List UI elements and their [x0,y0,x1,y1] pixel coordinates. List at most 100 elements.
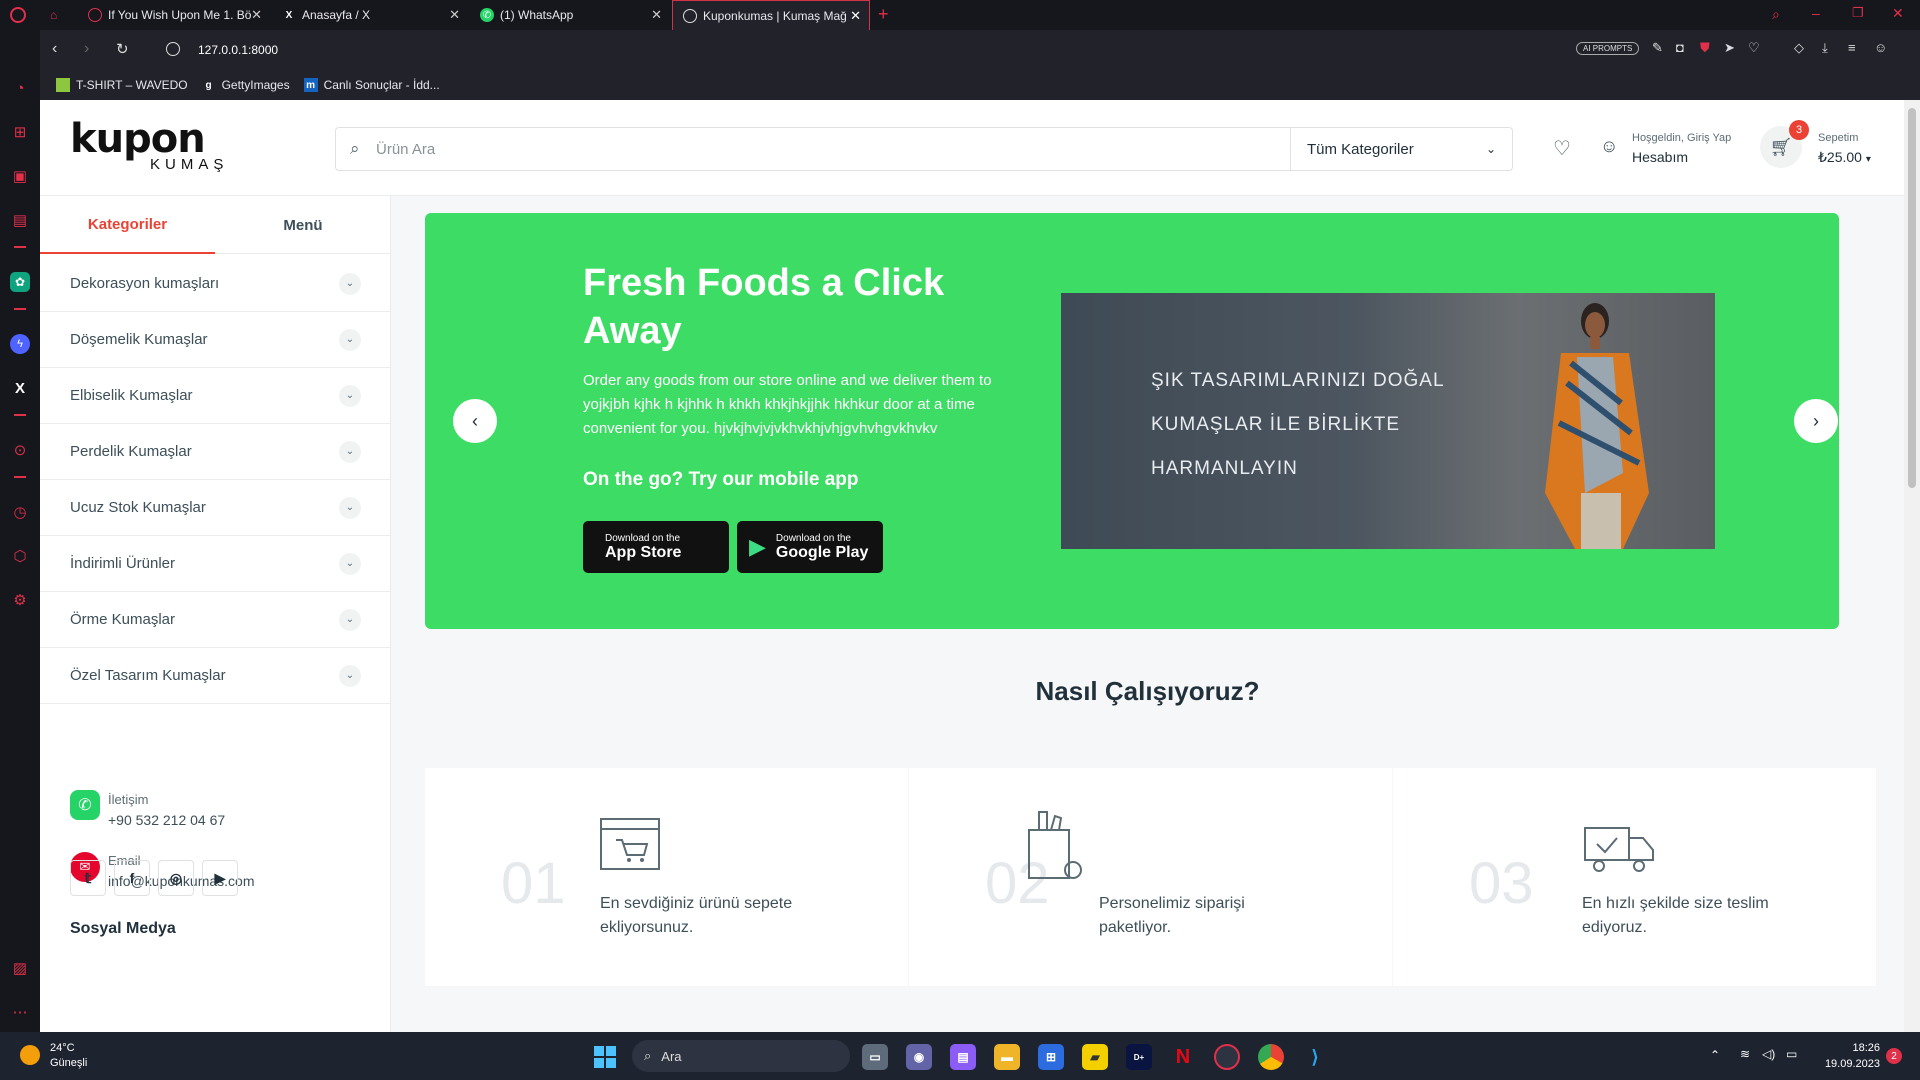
youtube-icon[interactable]: ▶ [202,860,238,896]
weather-temp[interactable]: 24°C [50,1042,75,1054]
file-explorer-icon[interactable]: ▬ [994,1044,1020,1070]
chrome-icon[interactable] [1258,1044,1284,1070]
chevron-down-icon[interactable]: ⌄ [339,328,361,351]
tab-categories[interactable]: Kategoriler [40,196,215,254]
cube-icon[interactable]: ◇ [1794,40,1804,56]
tab-menu[interactable]: Menü [215,196,391,254]
slider-prev-arrow-icon[interactable]: ‹ [453,399,497,443]
category-select[interactable]: Tüm Kategoriler ⌄ [1290,128,1512,170]
account-link[interactable]: Hesabım [1632,149,1688,165]
chevron-down-icon[interactable]: ⌄ [339,384,361,407]
close-icon[interactable]: ✕ [651,7,662,23]
windows-start-icon[interactable] [592,1044,618,1070]
notification-badge[interactable]: 2 [1886,1048,1902,1064]
twitch-icon[interactable]: ▣ [10,166,30,186]
clock-time[interactable]: 18:26 [1822,1042,1880,1054]
heart-icon[interactable]: ♡ [1748,40,1760,56]
category-item[interactable]: Perdelik Kumaşlar ⌄ [40,424,391,480]
extensions-icon[interactable]: ⬡ [10,546,30,566]
forward-icon[interactable]: › [84,40,89,58]
contact-phone[interactable]: +90 532 212 04 67 [108,812,225,828]
twitter-icon[interactable]: 𝕥 [70,860,106,896]
player-icon[interactable]: ⊙ [10,440,30,460]
slider-next-arrow-icon[interactable]: › [1794,399,1838,443]
wifi-icon[interactable]: ≋ [1740,1047,1750,1061]
tray-chevron-up-icon[interactable]: ⌃ [1710,1048,1720,1062]
clipchamp-icon[interactable]: ▤ [950,1044,976,1070]
back-icon[interactable]: ‹ [52,40,57,58]
facebook-icon[interactable]: f [114,860,150,896]
news-icon[interactable]: ▤ [10,210,30,230]
x-icon[interactable]: X [10,378,30,398]
chevron-down-icon[interactable]: ⌄ [339,272,361,295]
minimize-icon[interactable]: – [1812,5,1820,21]
send-icon[interactable]: ➤ [1724,40,1735,56]
category-item[interactable]: Dekorasyon kumaşları ⌄ [40,256,391,312]
tab-search-icon[interactable]: ⌕ [1772,6,1780,23]
tab-3[interactable]: ✆ (1) WhatsApp ✕ [470,0,670,30]
menu-icon[interactable]: ≡ [1848,40,1856,55]
category-item[interactable]: Ucuz Stok Kumaşlar ⌄ [40,480,391,536]
bookmark-item[interactable]: T-SHIRT – WAVEDO [56,78,188,92]
download-icon[interactable]: ⤓ [1822,40,1828,56]
task-view-icon[interactable]: ▭ [862,1044,888,1070]
category-item[interactable]: Elbiselik Kumaşlar ⌄ [40,368,391,424]
opera-taskbar-icon[interactable] [1214,1044,1240,1070]
more-icon[interactable]: ⋯ [10,1002,30,1022]
url-field[interactable]: 127.0.0.1:8000 [198,43,278,57]
new-tab-button[interactable]: + [878,4,889,25]
weather-sun-icon[interactable] [20,1045,40,1065]
user-icon[interactable]: ☺ [1600,136,1618,157]
tab-2[interactable]: X Anasayfa / X ✕ [272,0,468,30]
vscode-icon[interactable]: ⟩ [1302,1044,1328,1070]
netflix-icon[interactable]: N [1170,1044,1196,1070]
window-close-icon[interactable]: ✕ [1892,5,1904,22]
clock-date[interactable]: 19.09.2023 [1812,1058,1880,1070]
category-item[interactable]: Özel Tasarım Kumaşlar ⌄ [40,648,391,704]
sticky-notes-icon[interactable]: ▰ [1082,1044,1108,1070]
speed-dial-icon[interactable]: ◔ [10,78,30,98]
chevron-down-icon[interactable]: ⌄ [339,664,361,687]
taskbar-search[interactable]: ⌕ Ara [632,1040,850,1072]
tab-4-active[interactable]: Kuponkumas | Kumaş Mağ ✕ [672,0,870,30]
chevron-down-icon[interactable]: ⌄ [339,440,361,463]
image-icon[interactable]: ▨ [10,958,30,978]
scrollbar-thumb[interactable] [1908,108,1916,488]
chatgpt-icon[interactable]: ✿ [10,272,30,292]
camera-icon[interactable]: ◘ [1676,40,1684,55]
ai-prompts-button[interactable]: AI PROMPTS [1576,42,1640,55]
chevron-down-icon[interactable]: ⌄ [339,608,361,631]
close-icon[interactable]: ✕ [449,7,460,23]
shopping-bag-icon[interactable]: ⊞ [10,122,30,142]
cart-total[interactable]: ₺25.00 ▾ [1818,149,1871,166]
page-scrollbar[interactable] [1904,100,1920,1032]
search-input[interactable]: Ürün Ara [336,128,1290,170]
history-icon[interactable]: ◷ [10,502,30,522]
settings-icon[interactable]: ⚙ [10,590,30,610]
category-item[interactable]: Örme Kumaşlar ⌄ [40,592,391,648]
bookmark-item[interactable]: g GettyImages [202,78,290,92]
battery-icon[interactable]: ▭ [1786,1047,1797,1061]
volume-icon[interactable]: ◁) [1762,1047,1775,1061]
close-icon[interactable]: ✕ [850,8,861,24]
opera-logo-icon[interactable] [10,7,26,23]
site-logo[interactable]: kupon KUMAŞ [70,116,270,176]
tab-1[interactable]: If You Wish Upon Me 1. Bö ✕ [78,0,270,30]
google-play-button[interactable]: ▶ Download on the Google Play [737,521,883,573]
chevron-down-icon[interactable]: ⌄ [339,496,361,519]
microsoft-store-icon[interactable]: ⊞ [1038,1044,1064,1070]
gamepad-icon[interactable]: ⌂ [50,8,57,22]
teams-icon[interactable]: ◉ [906,1044,932,1070]
category-item[interactable]: Döşemelik Kumaşlar ⌄ [40,312,391,368]
instagram-icon[interactable]: ◎ [158,860,194,896]
weather-desc[interactable]: Güneşli [50,1057,87,1069]
profile-icon[interactable]: ☺ [1874,40,1887,55]
maximize-icon[interactable]: ❐ [1852,5,1864,21]
disney-plus-icon[interactable]: D+ [1126,1044,1152,1070]
messenger-icon[interactable]: ϟ [10,334,30,354]
category-item[interactable]: İndirimli Ürünler ⌄ [40,536,391,592]
site-info-icon[interactable] [166,42,180,56]
bookmark-item[interactable]: m Canlı Sonuçlar - İdd... [303,78,440,92]
wishlist-heart-icon[interactable]: ♡ [1553,136,1571,161]
edit-icon[interactable]: ✎ [1652,40,1663,56]
